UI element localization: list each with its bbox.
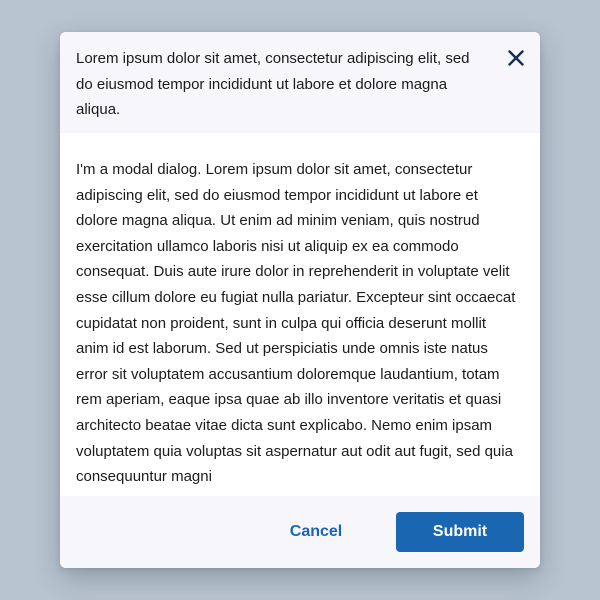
modal-footer: Cancel Submit (60, 496, 540, 568)
submit-button[interactable]: Submit (396, 512, 524, 552)
close-icon (508, 50, 524, 66)
close-button[interactable] (502, 44, 530, 72)
modal-dialog: Lorem ipsum dolor sit amet, consectetur … (60, 32, 540, 568)
modal-body[interactable]: I'm a modal dialog. Lorem ipsum dolor si… (60, 133, 540, 496)
modal-header: Lorem ipsum dolor sit amet, consectetur … (60, 32, 540, 133)
cancel-button[interactable]: Cancel (272, 512, 360, 552)
modal-title: Lorem ipsum dolor sit amet, consectetur … (76, 50, 470, 118)
modal-body-text: I'm a modal dialog. Lorem ipsum dolor si… (76, 161, 516, 486)
